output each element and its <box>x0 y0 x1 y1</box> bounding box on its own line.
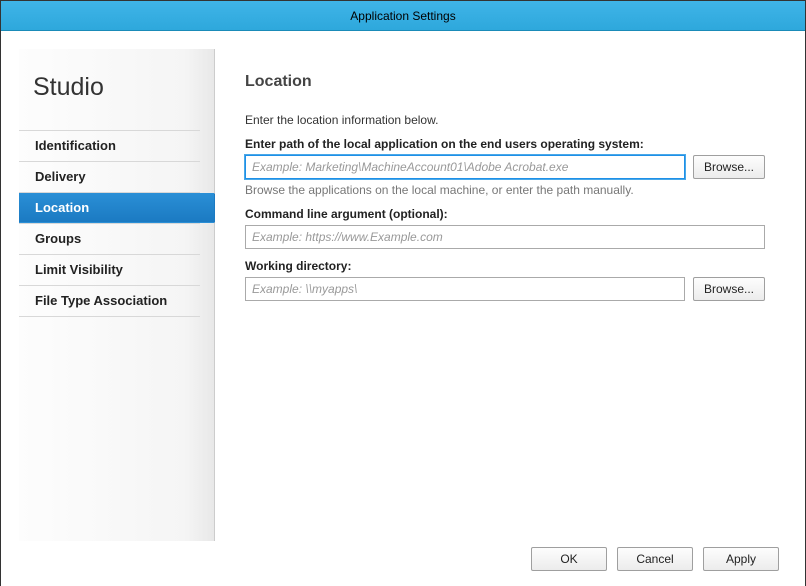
workdir-browse-button[interactable]: Browse... <box>693 277 765 301</box>
sidebar-item-location[interactable]: Location <box>19 193 214 223</box>
window-title: Application Settings <box>350 9 455 23</box>
cancel-button[interactable]: Cancel <box>617 547 693 571</box>
titlebar: Application Settings <box>1 1 805 31</box>
sidebar-item-limit-visibility[interactable]: Limit Visibility <box>19 255 214 285</box>
path-label: Enter path of the local application on t… <box>245 137 765 151</box>
content-title: Location <box>245 73 765 91</box>
workdir-label: Working directory: <box>245 259 765 273</box>
sidebar-item-identification[interactable]: Identification <box>19 131 214 161</box>
path-hint: Browse the applications on the local mac… <box>245 183 765 197</box>
content-panel: Location Enter the location information … <box>215 49 787 541</box>
sidebar-item-file-type-association[interactable]: File Type Association <box>19 286 214 316</box>
ok-button[interactable]: OK <box>531 547 607 571</box>
window-body: Studio Identification Delivery Location … <box>1 31 805 541</box>
sidebar: Studio Identification Delivery Location … <box>19 49 215 541</box>
cmdline-input[interactable] <box>245 225 765 249</box>
workdir-input[interactable] <box>245 277 685 301</box>
dialog-footer: OK Cancel Apply <box>1 541 805 586</box>
sidebar-item-groups[interactable]: Groups <box>19 224 214 254</box>
apply-button[interactable]: Apply <box>703 547 779 571</box>
sidebar-item-delivery[interactable]: Delivery <box>19 162 214 192</box>
content-intro: Enter the location information below. <box>245 113 765 127</box>
sidebar-title: Studio <box>19 73 214 130</box>
cmdline-label: Command line argument (optional): <box>245 207 765 221</box>
path-input[interactable] <box>245 155 685 179</box>
path-browse-button[interactable]: Browse... <box>693 155 765 179</box>
